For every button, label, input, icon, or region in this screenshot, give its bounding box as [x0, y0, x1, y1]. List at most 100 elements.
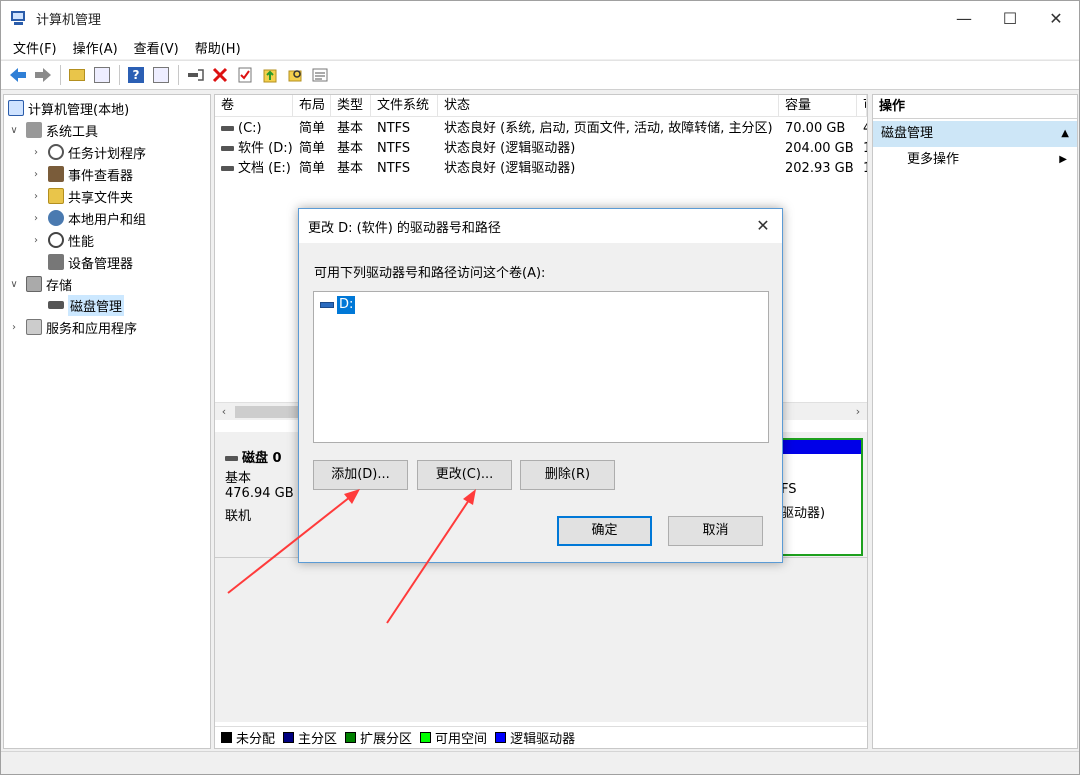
connect-icon — [188, 69, 204, 81]
legend-extended: 扩展分区 — [345, 728, 412, 747]
legend-free-space: 可用空间 — [420, 728, 487, 747]
folder-up-icon — [69, 69, 85, 81]
tree-item-task-scheduler[interactable]: › 任务计划程序 — [30, 141, 146, 163]
remove-button[interactable]: 删除(R) — [520, 460, 615, 490]
chevron-down-icon[interactable]: ∨ — [8, 279, 20, 290]
export-button[interactable] — [258, 63, 282, 87]
computer-icon — [8, 100, 24, 116]
more-actions[interactable]: 更多操作 ▶ — [907, 149, 1077, 171]
scroll-left-icon[interactable]: ‹ — [215, 403, 233, 421]
dialog-close-button[interactable]: ✕ — [752, 215, 774, 237]
forward-button[interactable] — [31, 63, 55, 87]
computer-management-icon — [10, 9, 28, 27]
chevron-right-icon[interactable]: › — [30, 213, 42, 224]
volume-icon — [221, 126, 234, 131]
tree-item-disk-management[interactable]: 磁盘管理 — [42, 294, 125, 316]
storage-icon — [26, 276, 42, 292]
menu-help[interactable]: 帮助(H) — [187, 38, 249, 57]
change-button[interactable]: 更改(C)... — [417, 460, 512, 490]
tree-item-root[interactable]: 计算机管理(本地) — [4, 97, 129, 119]
partition-block[interactable]: FS 驱动器) — [777, 438, 863, 556]
users-icon — [48, 210, 64, 226]
add-button[interactable]: 添加(D)... — [313, 460, 408, 490]
tools-icon — [26, 122, 42, 138]
help-button[interactable]: ? — [124, 63, 148, 87]
tree-item-services-apps[interactable]: › 服务和应用程序 — [8, 316, 137, 338]
legend-logical-drive: 逻辑驱动器 — [495, 728, 575, 747]
chevron-right-icon[interactable]: › — [30, 235, 42, 246]
chevron-right-icon[interactable]: › — [30, 147, 42, 158]
actions-section-disk-management[interactable]: 磁盘管理 ▲ — [873, 121, 1077, 147]
col-capacity[interactable]: 容量 — [779, 95, 857, 117]
action-pane-icon — [153, 67, 169, 83]
disk-0-label[interactable]: 磁盘 0 基本 476.94 GB 联机 — [217, 437, 299, 552]
col-filesystem[interactable]: 文件系统 — [371, 95, 438, 117]
device-manager-icon — [48, 254, 64, 270]
maximize-button[interactable]: ☐ — [987, 1, 1033, 35]
disk-icon — [48, 301, 64, 309]
show-hide-tree-button[interactable] — [90, 63, 114, 87]
status-bar — [1, 751, 1079, 774]
col-status[interactable]: 状态 — [438, 95, 779, 117]
menu-file[interactable]: 文件(F) — [5, 38, 65, 57]
volume-icon — [221, 166, 234, 171]
sogou-watermark: S 搜狗指南 zhinan.sogou.com — [905, 690, 1065, 750]
back-button[interactable] — [6, 63, 30, 87]
up-folder-button[interactable] — [65, 63, 89, 87]
volume-row[interactable]: (C:) 简单 基本 NTFS 状态良好 (系统, 启动, 页面文件, 活动, … — [215, 119, 867, 139]
col-free[interactable]: 可 — [857, 95, 867, 117]
tree-item-performance[interactable]: › 性能 — [30, 229, 94, 251]
drive-icon — [320, 302, 334, 308]
checklist-icon — [238, 67, 252, 83]
volume-row[interactable]: 文档 (E:) 简单 基本 NTFS 状态良好 (逻辑驱动器) 202.93 G… — [215, 159, 867, 179]
chevron-right-icon[interactable]: › — [30, 191, 42, 202]
col-type[interactable]: 类型 — [331, 95, 371, 117]
tree-item-event-viewer[interactable]: › 事件查看器 — [30, 163, 133, 185]
tree-item-local-users[interactable]: › 本地用户和组 — [30, 207, 146, 229]
tree-item-device-manager[interactable]: 设备管理器 — [42, 251, 133, 273]
col-volume[interactable]: 卷 — [215, 95, 293, 117]
logical-drive-bar — [779, 440, 861, 454]
menu-bar: 文件(F) 操作(A) 查看(V) 帮助(H) — [1, 35, 1079, 59]
toolbar: ? — [1, 60, 1079, 90]
collapse-up-icon[interactable]: ▲ — [1061, 121, 1069, 147]
ok-button[interactable]: 确定 — [557, 516, 652, 546]
scroll-right-icon[interactable]: › — [849, 403, 867, 421]
scroll-thumb[interactable] — [235, 406, 305, 418]
check-button[interactable] — [233, 63, 257, 87]
actions-pane: 操作 磁盘管理 ▲ 更多操作 ▶ — [872, 94, 1078, 749]
arrow-left-icon — [10, 68, 26, 82]
chevron-down-icon[interactable]: ∨ — [8, 125, 20, 136]
tree-item-storage[interactable]: ∨ 存储 — [8, 273, 72, 295]
sogou-logo-icon: S — [905, 690, 941, 726]
shared-folder-icon — [48, 188, 64, 204]
drive-path-list[interactable]: D: — [313, 291, 769, 443]
actions-title: 操作 — [873, 95, 1077, 119]
tree-item-shared-folders[interactable]: › 共享文件夹 — [30, 185, 133, 207]
search-button[interactable] — [283, 63, 307, 87]
connect-button[interactable] — [183, 63, 207, 87]
tree-item-system-tools[interactable]: ∨ 系统工具 — [8, 119, 98, 141]
delete-button[interactable] — [208, 63, 232, 87]
volume-list-header: 卷 布局 类型 文件系统 状态 容量 可 — [215, 95, 867, 117]
console-tree-icon — [94, 67, 110, 83]
chevron-right-icon[interactable]: › — [30, 169, 42, 180]
search-folder-icon — [288, 70, 302, 82]
submenu-arrow-icon: ▶ — [1059, 154, 1067, 165]
title-bar: 计算机管理 — ☐ ✕ — [1, 1, 1079, 35]
services-icon — [26, 319, 42, 335]
drive-path-item[interactable]: D: — [320, 296, 356, 314]
menu-action[interactable]: 操作(A) — [65, 38, 126, 57]
menu-view[interactable]: 查看(V) — [126, 38, 187, 57]
volume-row[interactable]: 软件 (D:) 简单 基本 NTFS 状态良好 (逻辑驱动器) 204.00 G… — [215, 139, 867, 159]
window-title: 计算机管理 — [36, 12, 102, 28]
close-window-button[interactable]: ✕ — [1033, 1, 1079, 35]
minimize-button[interactable]: — — [941, 1, 987, 35]
chevron-right-icon[interactable]: › — [8, 322, 20, 333]
cancel-button[interactable]: 取消 — [668, 516, 763, 546]
change-drive-letter-dialog: 更改 D: (软件) 的驱动器号和路径 ✕ 可用下列驱动器号和路径访问这个卷(A… — [298, 208, 783, 563]
volume-icon — [221, 146, 234, 151]
properties-button[interactable] — [308, 63, 332, 87]
show-action-pane-button[interactable] — [149, 63, 173, 87]
col-layout[interactable]: 布局 — [293, 95, 331, 117]
